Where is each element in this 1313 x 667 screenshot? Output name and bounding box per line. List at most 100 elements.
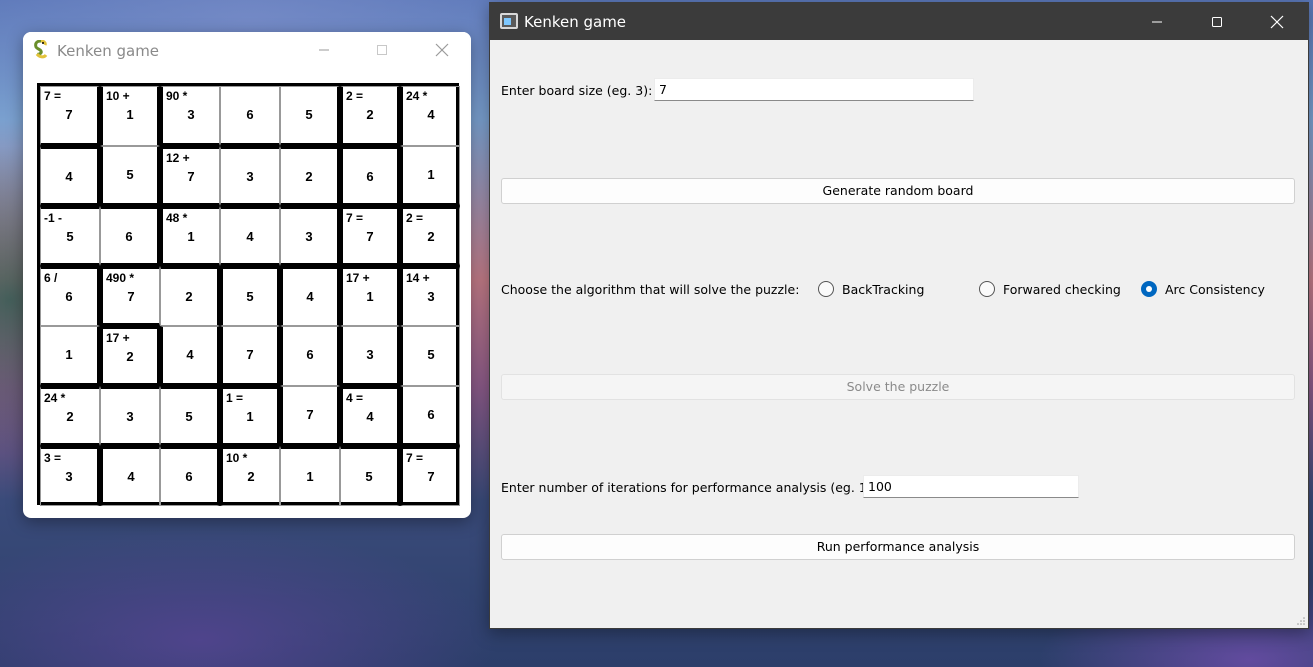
cage-target-label: 490 * — [106, 271, 135, 285]
board-cell[interactable]: 12 + 7 — [160, 146, 220, 206]
board-cell[interactable]: 4 — [100, 446, 160, 506]
board-cell[interactable]: 3 — [100, 386, 160, 446]
radio-label: BackTracking — [842, 281, 925, 297]
board-cell[interactable]: 5 — [340, 446, 400, 506]
board-cell[interactable]: -1 - 5 — [40, 206, 100, 266]
cage-target-label: 7 = — [406, 451, 424, 465]
cell-value: 4 — [65, 169, 73, 184]
board-cell[interactable]: 7 = 7 — [400, 446, 460, 506]
board-cell[interactable]: 1 — [40, 326, 100, 386]
cell-value: 5 — [365, 469, 373, 484]
board-cell[interactable]: 10 * 2 — [220, 446, 280, 506]
board-cell[interactable]: 4 — [220, 206, 280, 266]
board-cell[interactable]: 490 * 7 — [100, 266, 160, 326]
board-cell[interactable]: 5 — [100, 146, 160, 206]
close-button[interactable] — [1248, 3, 1306, 40]
board-size-input[interactable]: 7 — [654, 78, 974, 101]
board-cell[interactable]: 6 — [400, 386, 460, 446]
board-cell[interactable]: 7 = 7 — [340, 206, 400, 266]
board-cell[interactable]: 17 + 1 — [340, 266, 400, 326]
close-icon — [435, 43, 449, 57]
board-cell[interactable]: 6 / 6 — [40, 266, 100, 326]
board-cell[interactable]: 4 — [280, 266, 340, 326]
kenken-board-window: Kenken game 7 = 7 10 +1 90 * 3 6 5 2 = 2 24 * 4 4 5 1… — [23, 32, 471, 518]
cell-value: 2 — [66, 409, 74, 424]
minimize-button[interactable] — [301, 32, 347, 68]
board-cell[interactable]: 3 — [340, 326, 400, 386]
cell-value: 4 — [127, 469, 135, 484]
radio-button[interactable] — [818, 281, 834, 297]
solve-puzzle-button[interactable]: Solve the puzzle — [501, 374, 1295, 400]
maximize-icon — [377, 45, 387, 55]
board-cell[interactable]: 7 — [220, 326, 280, 386]
board-cell[interactable]: 4 = 4 — [340, 386, 400, 446]
radio-button-selected[interactable] — [1141, 281, 1157, 297]
board-cell[interactable]: 6 — [100, 206, 160, 266]
board-cell[interactable]: 3 — [220, 146, 280, 206]
run-performance-button[interactable]: Run performance analysis — [501, 534, 1295, 560]
board-cell[interactable]: 5 — [220, 266, 280, 326]
board-cell[interactable]: 90 * 3 — [160, 86, 220, 146]
board-cell[interactable]: 6 — [220, 86, 280, 146]
board-cell[interactable]: 10 + 1 — [100, 86, 160, 146]
cage-target-label: 2 = — [346, 89, 364, 103]
cell-value: 3 — [187, 107, 195, 122]
board-cell[interactable]: 2 — [280, 146, 340, 206]
cell-value: 6 — [366, 169, 374, 184]
board-cell[interactable]: 2 = 2 — [340, 86, 400, 146]
board-cell[interactable]: 6 — [160, 446, 220, 506]
cell-value: 2 — [427, 229, 435, 244]
board-cell[interactable]: 5 — [160, 386, 220, 446]
cell-value: 1 — [427, 167, 435, 182]
kenken-board: 7 = 7 10 +1 90 * 3 6 5 2 = 2 24 * 4 4 5 12 +7 3 2 6 1 -1 -… — [37, 83, 460, 506]
iterations-input[interactable]: 100 — [863, 475, 1079, 498]
radio-button[interactable] — [979, 281, 995, 297]
board-cell[interactable]: 6 — [280, 326, 340, 386]
close-button[interactable] — [419, 32, 465, 68]
board-cell[interactable]: 7 = 7 — [40, 86, 100, 146]
board-cell[interactable]: 24 * 2 — [40, 386, 100, 446]
cell-value: 5 — [126, 167, 134, 182]
board-cell[interactable]: 3 — [280, 206, 340, 266]
minimize-button[interactable] — [1128, 3, 1186, 40]
cell-value: 6 — [427, 407, 435, 422]
cage-target-label: 24 * — [44, 391, 66, 405]
radio-label: Forwared checking — [1003, 281, 1121, 297]
board-cell[interactable]: 1 — [280, 446, 340, 506]
board-cell[interactable]: 3 = 3 — [40, 446, 100, 506]
cell-value: 2 — [366, 107, 374, 122]
board-cell[interactable]: 4 — [160, 326, 220, 386]
board-cell[interactable]: 24 * 4 — [400, 86, 460, 146]
cell-value: 1 — [126, 107, 134, 122]
radio-forward-checking[interactable]: Forwared checking — [979, 280, 1121, 298]
generate-board-button[interactable]: Generate random board — [501, 178, 1295, 204]
board-cell[interactable]: 2 = 2 — [400, 206, 460, 266]
board-cell[interactable]: 2 — [160, 266, 220, 326]
cell-value: 7 — [366, 229, 374, 244]
resize-grip-icon[interactable] — [1296, 616, 1306, 626]
radio-backtracking[interactable]: BackTracking — [818, 280, 924, 298]
cell-value: 2 — [126, 349, 134, 364]
board-cell[interactable]: 6 — [340, 146, 400, 206]
cage-target-label: 48 * — [166, 211, 188, 225]
board-cell[interactable]: 7 — [280, 386, 340, 446]
board-cell[interactable]: 5 — [280, 86, 340, 146]
board-cell[interactable]: 4 — [40, 146, 100, 206]
board-cell[interactable]: 17 + 2 — [100, 326, 160, 386]
board-cell[interactable]: 5 — [400, 326, 460, 386]
cell-value: 1 — [306, 469, 314, 484]
radio-label: Arc Consistency — [1165, 281, 1265, 297]
board-cell[interactable]: 1 — [400, 146, 460, 206]
board-cell[interactable]: 14 + 3 — [400, 266, 460, 326]
cell-value: 4 — [427, 107, 435, 122]
cell-value: 1 — [246, 409, 254, 424]
cage-target-label: 10 + — [106, 89, 130, 103]
title-bar: Kenken game — [490, 3, 1308, 40]
board-cell[interactable]: 48 * 1 — [160, 206, 220, 266]
maximize-button[interactable] — [1188, 3, 1246, 40]
radio-arc-consistency[interactable]: Arc Consistency — [1141, 280, 1265, 298]
maximize-button[interactable] — [359, 32, 405, 68]
cell-value: 6 — [306, 347, 314, 362]
board-cell[interactable]: 1 = 1 — [220, 386, 280, 446]
cell-value: 4 — [186, 347, 194, 362]
